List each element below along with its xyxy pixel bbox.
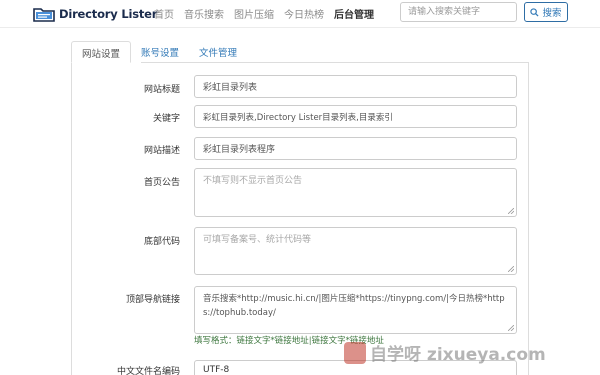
top-nav-links-label: 顶部导航链接 <box>125 295 180 305</box>
filename-encoding-value: UTF-8 <box>203 365 230 375</box>
announcement-placeholder: 不填写则不显示首页公告 <box>203 176 303 186</box>
keywords-label: 关键字 <box>152 114 180 124</box>
footer-code-label: 底部代码 <box>143 237 180 247</box>
filename-encoding-label: 中文文件名编码 <box>116 367 180 375</box>
top-nav-links-textarea[interactable]: 音乐搜索*http://music.hi.cn/|图片压缩*https://ti… <box>194 286 517 334</box>
watermark-logo-icon <box>344 341 366 364</box>
tab-account-settings[interactable]: 账号设置 <box>131 41 189 63</box>
search-icon <box>530 7 540 17</box>
footer-code-textarea[interactable]: 可填写备案号、统计代码等 <box>194 227 517 275</box>
top-navbar: Directory Lister 首页 音乐搜索 图片压缩 今日热榜 后台管理 … <box>0 0 600 28</box>
description-label: 网站描述 <box>143 146 180 156</box>
search-input[interactable] <box>400 2 517 22</box>
search-button-label: 搜索 <box>542 8 562 19</box>
tab-site-settings[interactable]: 网站设置 <box>71 41 132 63</box>
nav-item-image-compress[interactable]: 图片压缩 <box>234 6 274 21</box>
tab-divider <box>141 62 529 63</box>
site-title: Directory Lister <box>59 7 158 21</box>
nav-item-hot-list[interactable]: 今日热榜 <box>284 6 324 21</box>
footer-code-placeholder: 可填写备案号、统计代码等 <box>203 235 312 245</box>
settings-tabs: 网站设置 账号设置 文件管理 <box>71 41 247 63</box>
watermark-text: 自学呀 zixueya.com <box>370 345 546 365</box>
watermark: 自学呀 zixueya.com <box>344 340 546 365</box>
search-button[interactable]: 搜索 <box>524 2 568 22</box>
site-title-field[interactable]: 彩虹目录列表 <box>194 75 517 98</box>
site-logo[interactable]: Directory Lister <box>33 4 157 24</box>
description-field[interactable]: 彩虹目录列表程序 <box>194 137 517 160</box>
nav-item-admin[interactable]: 后台管理 <box>334 6 374 21</box>
resize-handle-icon[interactable] <box>508 208 514 214</box>
main-nav: 首页 音乐搜索 图片压缩 今日热榜 后台管理 <box>154 6 384 21</box>
folder-logo-icon <box>33 6 55 22</box>
site-title-label: 网站标题 <box>143 85 180 95</box>
tab-file-management[interactable]: 文件管理 <box>189 41 247 63</box>
nav-item-music-search[interactable]: 音乐搜索 <box>184 6 224 21</box>
resize-handle-icon[interactable] <box>508 325 514 331</box>
announcement-label: 首页公告 <box>143 178 180 188</box>
resize-handle-icon[interactable] <box>508 266 514 272</box>
keywords-field[interactable]: 彩虹目录列表,Directory Lister目录列表,目录索引 <box>194 105 517 128</box>
top-nav-links-value: 音乐搜索*http://music.hi.cn/|图片压缩*https://ti… <box>203 294 505 318</box>
announcement-textarea[interactable]: 不填写则不显示首页公告 <box>194 168 517 217</box>
nav-item-home[interactable]: 首页 <box>154 6 174 21</box>
